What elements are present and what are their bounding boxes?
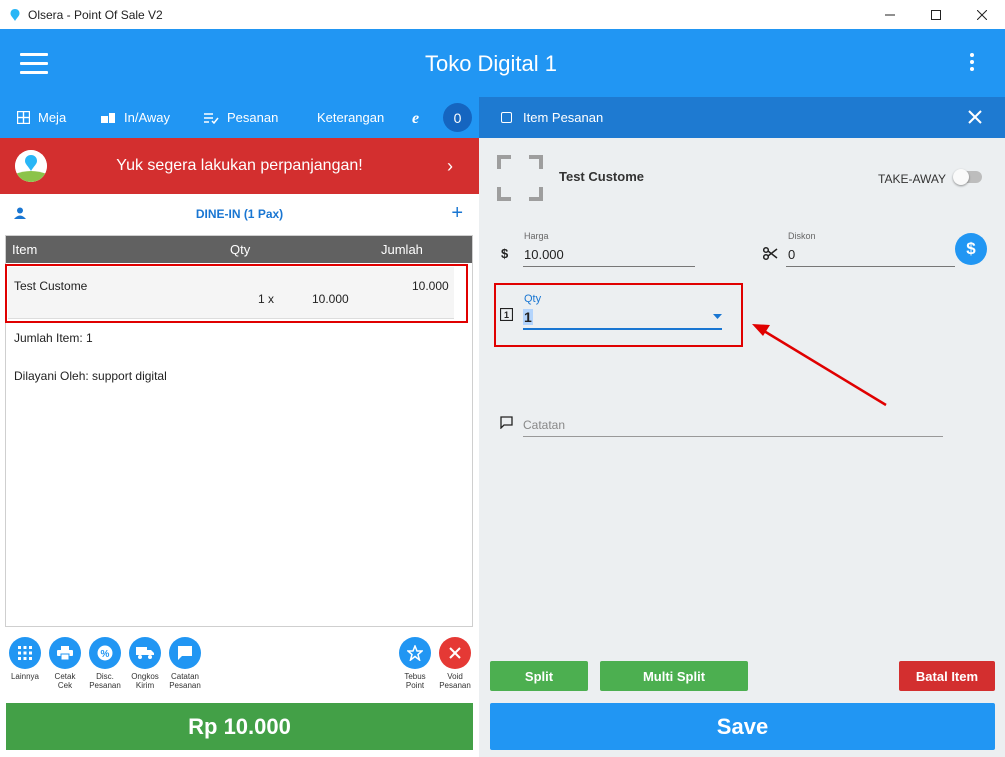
void-pesanan-button[interactable]: Void Pesanan xyxy=(435,637,475,690)
maximize-icon xyxy=(931,9,941,20)
catatan-underline xyxy=(523,436,943,437)
action-bar: Lainnya Cetak Cek % Disc. Pesanan Ongkos Ki… xyxy=(0,633,479,698)
catatan-label-2: Pesanan xyxy=(169,681,201,690)
keterangan-label: Keterangan xyxy=(317,110,385,125)
split-button[interactable]: Split xyxy=(490,661,588,691)
in-away-button[interactable]: In/Away xyxy=(100,97,170,138)
internet-explorer-icon: e xyxy=(412,110,419,125)
image-placeholder-icon[interactable] xyxy=(497,155,543,201)
void-label-1: Void xyxy=(447,672,463,681)
scissors-icon xyxy=(763,246,778,261)
playlist-check-icon xyxy=(204,112,219,124)
harga-label: Harga xyxy=(524,231,549,241)
keterangan-button[interactable]: Keterangan xyxy=(317,97,384,138)
more-vert-icon[interactable] xyxy=(969,53,975,73)
renewal-banner[interactable]: Yuk segera lakukan perpanjangan! › xyxy=(0,138,479,194)
meja-button[interactable]: Meja xyxy=(17,97,66,138)
table-grid-icon xyxy=(17,111,30,124)
dilayani-oleh: Dilayani Oleh: support digital xyxy=(14,369,167,383)
cetak-cek-button[interactable]: Cetak Cek xyxy=(45,637,85,690)
order-count-badge[interactable]: 0 xyxy=(443,103,472,132)
truck-icon xyxy=(136,647,154,659)
tebus-label-2: Point xyxy=(405,681,425,690)
pesanan-label: Pesanan xyxy=(227,110,279,125)
banner-text: Yuk segera lakukan perpanjangan! xyxy=(116,157,363,174)
catatan-pesanan-button[interactable]: Catatan Pesanan xyxy=(165,637,205,690)
currency-toggle-button[interactable]: $ xyxy=(955,233,987,265)
discount-badge-icon: % xyxy=(97,645,113,661)
olsera-logo-icon xyxy=(10,8,20,21)
meja-label: Meja xyxy=(38,110,67,125)
tebus-label-1: Tebus xyxy=(404,672,426,681)
printer-icon xyxy=(57,646,73,660)
col-item: Item xyxy=(12,242,38,257)
cetak-label-1: Cetak xyxy=(54,672,76,681)
disc-label-1: Disc. xyxy=(96,672,114,681)
star-badge-icon xyxy=(407,645,423,661)
diskon-label: Diskon xyxy=(788,231,816,241)
svg-text:%: % xyxy=(101,649,110,660)
annotation-highlight-qty xyxy=(494,283,743,347)
take-away-label: TAKE-AWAY xyxy=(878,172,947,186)
window-titlebar: Olsera - Point Of Sale V2 xyxy=(0,0,1005,29)
col-qty: Qty xyxy=(230,242,251,257)
annotation-arrow-icon xyxy=(752,324,887,407)
ongkos-kirim-button[interactable]: Ongkos Kirim xyxy=(125,637,165,690)
save-button[interactable]: Save xyxy=(490,703,995,750)
multi-split-button[interactable]: Multi Split xyxy=(600,661,748,691)
lainnya-label: Lainnya xyxy=(10,672,40,681)
void-label-2: Pesanan xyxy=(439,681,471,690)
item-detail-panel: Test Custome TAKE-AWAY $ Harga 10.000 Di… xyxy=(479,138,1005,757)
takeaway-icon xyxy=(101,113,115,123)
col-jumlah: Jumlah xyxy=(381,242,423,257)
maximize-button[interactable] xyxy=(913,0,959,29)
item-panel-header: Item Pesanan xyxy=(479,97,1005,138)
diskon-input[interactable]: 0 xyxy=(788,247,795,262)
catatan-label-1: Catatan xyxy=(170,672,200,681)
take-away-toggle[interactable] xyxy=(953,169,982,185)
close-icon xyxy=(449,647,461,659)
close-icon xyxy=(977,9,987,20)
order-toolbar: Meja In/Away Pesanan Keterangan e 0 xyxy=(0,97,479,138)
annotation-highlight-order-row xyxy=(5,264,468,323)
batal-item-button[interactable]: Batal Item xyxy=(899,661,995,691)
window-title: Olsera - Point Of Sale V2 xyxy=(28,7,163,22)
close-icon[interactable] xyxy=(968,110,982,124)
total-pay-button[interactable]: Rp 10.000 xyxy=(6,703,473,750)
comment-icon xyxy=(178,646,192,660)
dollar-icon: $ xyxy=(966,239,976,258)
svg-text:e: e xyxy=(412,110,419,125)
ongkos-label-2: Kirim xyxy=(135,681,155,690)
browser-e-button[interactable]: e xyxy=(411,97,434,138)
dine-in-bar: DINE-IN (1 Pax) + xyxy=(0,194,479,234)
harga-input[interactable]: 10.000 xyxy=(524,247,564,262)
diskon-underline xyxy=(786,266,955,267)
item-panel-checkbox-icon xyxy=(501,112,512,123)
dine-in-label[interactable]: DINE-IN (1 Pax) xyxy=(0,207,479,221)
lainnya-button[interactable]: Lainnya xyxy=(5,637,45,681)
apps-grid-icon xyxy=(18,646,32,660)
comment-outline-icon xyxy=(500,416,513,429)
in-away-label: In/Away xyxy=(124,110,171,125)
jumlah-item: Jumlah Item: 1 xyxy=(14,331,93,345)
minimize-icon xyxy=(885,14,895,15)
order-table-header: Item Qty Jumlah xyxy=(6,236,472,263)
minimize-button[interactable] xyxy=(867,0,913,29)
app-bar: Toko Digital 1 xyxy=(0,29,1005,97)
window-close-button[interactable] xyxy=(959,0,1005,29)
cetak-label-2: Cek xyxy=(57,681,73,690)
tebus-point-button[interactable]: Tebus Point xyxy=(395,637,435,690)
store-name: Toko Digital 1 xyxy=(424,51,558,76)
ongkos-label-1: Ongkos xyxy=(131,672,159,681)
catatan-input[interactable]: Catatan xyxy=(523,418,565,432)
dollar-icon: $ xyxy=(501,246,509,261)
chevron-right-icon: › xyxy=(447,156,453,176)
pesanan-button[interactable]: Pesanan xyxy=(204,97,278,138)
add-pax-button[interactable]: + xyxy=(451,202,463,225)
harga-underline xyxy=(523,266,695,267)
item-panel-title: Item Pesanan xyxy=(523,110,604,125)
disc-pesanan-button[interactable]: % Disc. Pesanan xyxy=(85,637,125,690)
item-name: Test Custome xyxy=(559,169,644,184)
disc-label-2: Pesanan xyxy=(89,681,121,690)
